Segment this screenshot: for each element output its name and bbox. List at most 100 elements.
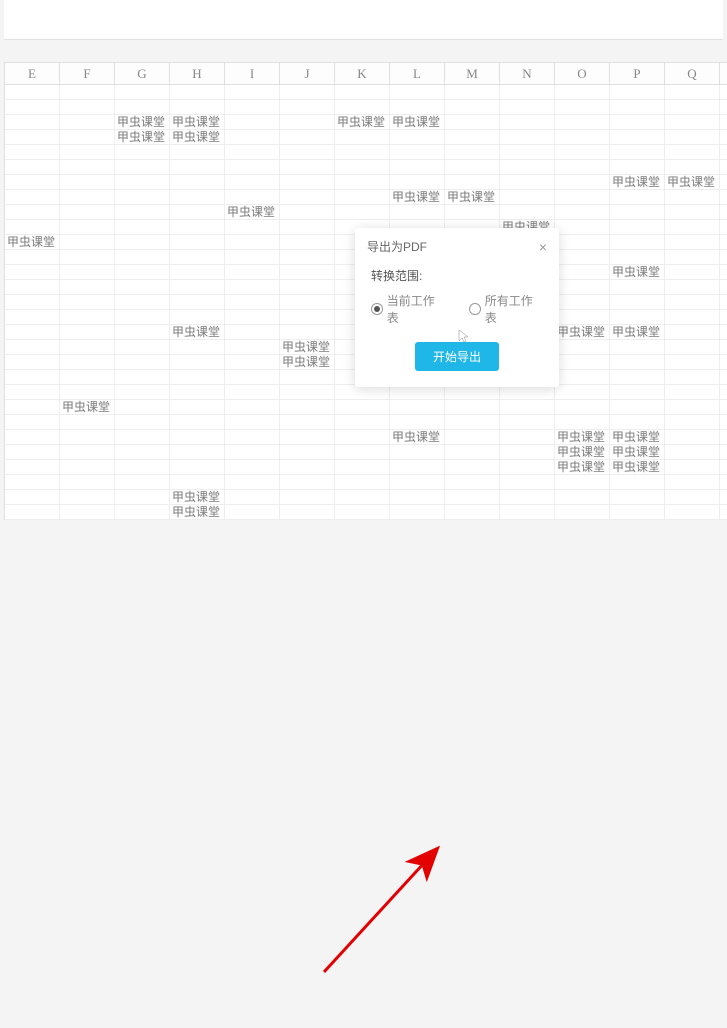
cell[interactable] xyxy=(390,475,445,490)
cell[interactable]: 甲虫课堂 xyxy=(610,445,665,460)
cell[interactable] xyxy=(610,235,665,250)
cell[interactable] xyxy=(225,370,280,385)
cell[interactable] xyxy=(500,85,555,100)
cell[interactable] xyxy=(280,370,335,385)
cell[interactable]: 甲虫课堂 xyxy=(610,175,665,190)
cell[interactable] xyxy=(335,190,390,205)
cell[interactable] xyxy=(445,115,500,130)
cell[interactable] xyxy=(225,325,280,340)
cell[interactable] xyxy=(60,205,115,220)
cell[interactable] xyxy=(280,100,335,115)
cell[interactable] xyxy=(720,490,727,505)
cell[interactable] xyxy=(445,505,500,520)
cell[interactable] xyxy=(5,325,60,340)
cell[interactable] xyxy=(390,100,445,115)
cell[interactable] xyxy=(555,220,610,235)
cell[interactable] xyxy=(225,250,280,265)
cell[interactable] xyxy=(720,355,727,370)
cell[interactable] xyxy=(280,130,335,145)
cell[interactable] xyxy=(60,505,115,520)
cell[interactable] xyxy=(170,235,225,250)
cell[interactable]: 甲虫课堂 xyxy=(170,115,225,130)
cell[interactable]: 甲虫课堂 xyxy=(390,430,445,445)
cell[interactable] xyxy=(5,370,60,385)
cell[interactable] xyxy=(115,490,170,505)
cell[interactable] xyxy=(5,385,60,400)
cell[interactable] xyxy=(280,205,335,220)
cell[interactable] xyxy=(60,175,115,190)
cell[interactable] xyxy=(720,505,727,520)
cell[interactable] xyxy=(555,205,610,220)
cell[interactable] xyxy=(555,475,610,490)
cell[interactable] xyxy=(555,100,610,115)
cell[interactable] xyxy=(225,265,280,280)
cell[interactable] xyxy=(170,175,225,190)
cell[interactable] xyxy=(665,475,720,490)
cell[interactable] xyxy=(335,175,390,190)
cell[interactable] xyxy=(5,115,60,130)
cell[interactable] xyxy=(60,115,115,130)
cell[interactable] xyxy=(115,250,170,265)
cell[interactable] xyxy=(610,280,665,295)
cell[interactable] xyxy=(170,355,225,370)
cell[interactable] xyxy=(60,325,115,340)
cell[interactable] xyxy=(390,400,445,415)
cell[interactable] xyxy=(170,205,225,220)
cell[interactable] xyxy=(665,235,720,250)
cell[interactable] xyxy=(555,280,610,295)
cell[interactable] xyxy=(60,145,115,160)
cell[interactable] xyxy=(170,190,225,205)
cell[interactable] xyxy=(610,100,665,115)
cell[interactable] xyxy=(665,340,720,355)
cell[interactable] xyxy=(225,295,280,310)
cell[interactable] xyxy=(610,415,665,430)
cell[interactable] xyxy=(170,400,225,415)
cell[interactable] xyxy=(280,460,335,475)
cell[interactable] xyxy=(720,340,727,355)
cell[interactable] xyxy=(60,460,115,475)
cell[interactable] xyxy=(445,85,500,100)
cell[interactable]: 甲虫课堂 xyxy=(280,340,335,355)
cell[interactable] xyxy=(665,190,720,205)
cell[interactable] xyxy=(390,445,445,460)
cell[interactable] xyxy=(500,415,555,430)
cell[interactable] xyxy=(665,250,720,265)
cell[interactable] xyxy=(5,145,60,160)
cell[interactable] xyxy=(5,205,60,220)
cell[interactable] xyxy=(555,370,610,385)
cell[interactable] xyxy=(225,145,280,160)
cell[interactable] xyxy=(60,370,115,385)
cell[interactable] xyxy=(720,445,727,460)
cell[interactable] xyxy=(500,205,555,220)
cell[interactable] xyxy=(720,100,727,115)
cell[interactable] xyxy=(60,310,115,325)
close-icon[interactable]: × xyxy=(539,240,547,254)
cell[interactable] xyxy=(115,100,170,115)
cell[interactable] xyxy=(280,265,335,280)
cell[interactable] xyxy=(225,235,280,250)
cell[interactable] xyxy=(5,400,60,415)
cell[interactable] xyxy=(445,475,500,490)
cell[interactable] xyxy=(280,430,335,445)
cell[interactable] xyxy=(60,340,115,355)
cell[interactable] xyxy=(60,160,115,175)
cell[interactable]: 甲虫课堂 xyxy=(115,115,170,130)
cell[interactable] xyxy=(665,310,720,325)
cell[interactable]: 甲虫课堂 xyxy=(555,445,610,460)
cell[interactable] xyxy=(720,250,727,265)
cell[interactable] xyxy=(170,265,225,280)
cell[interactable] xyxy=(280,175,335,190)
cell[interactable] xyxy=(610,115,665,130)
cell[interactable] xyxy=(115,235,170,250)
cell[interactable] xyxy=(280,325,335,340)
cell[interactable] xyxy=(610,85,665,100)
cell[interactable] xyxy=(610,295,665,310)
cell[interactable] xyxy=(720,220,727,235)
cell[interactable] xyxy=(170,415,225,430)
cell[interactable] xyxy=(170,280,225,295)
cell[interactable] xyxy=(610,490,665,505)
cell[interactable] xyxy=(720,475,727,490)
cell[interactable] xyxy=(335,145,390,160)
column-header[interactable]: J xyxy=(280,63,335,85)
cell[interactable] xyxy=(60,190,115,205)
